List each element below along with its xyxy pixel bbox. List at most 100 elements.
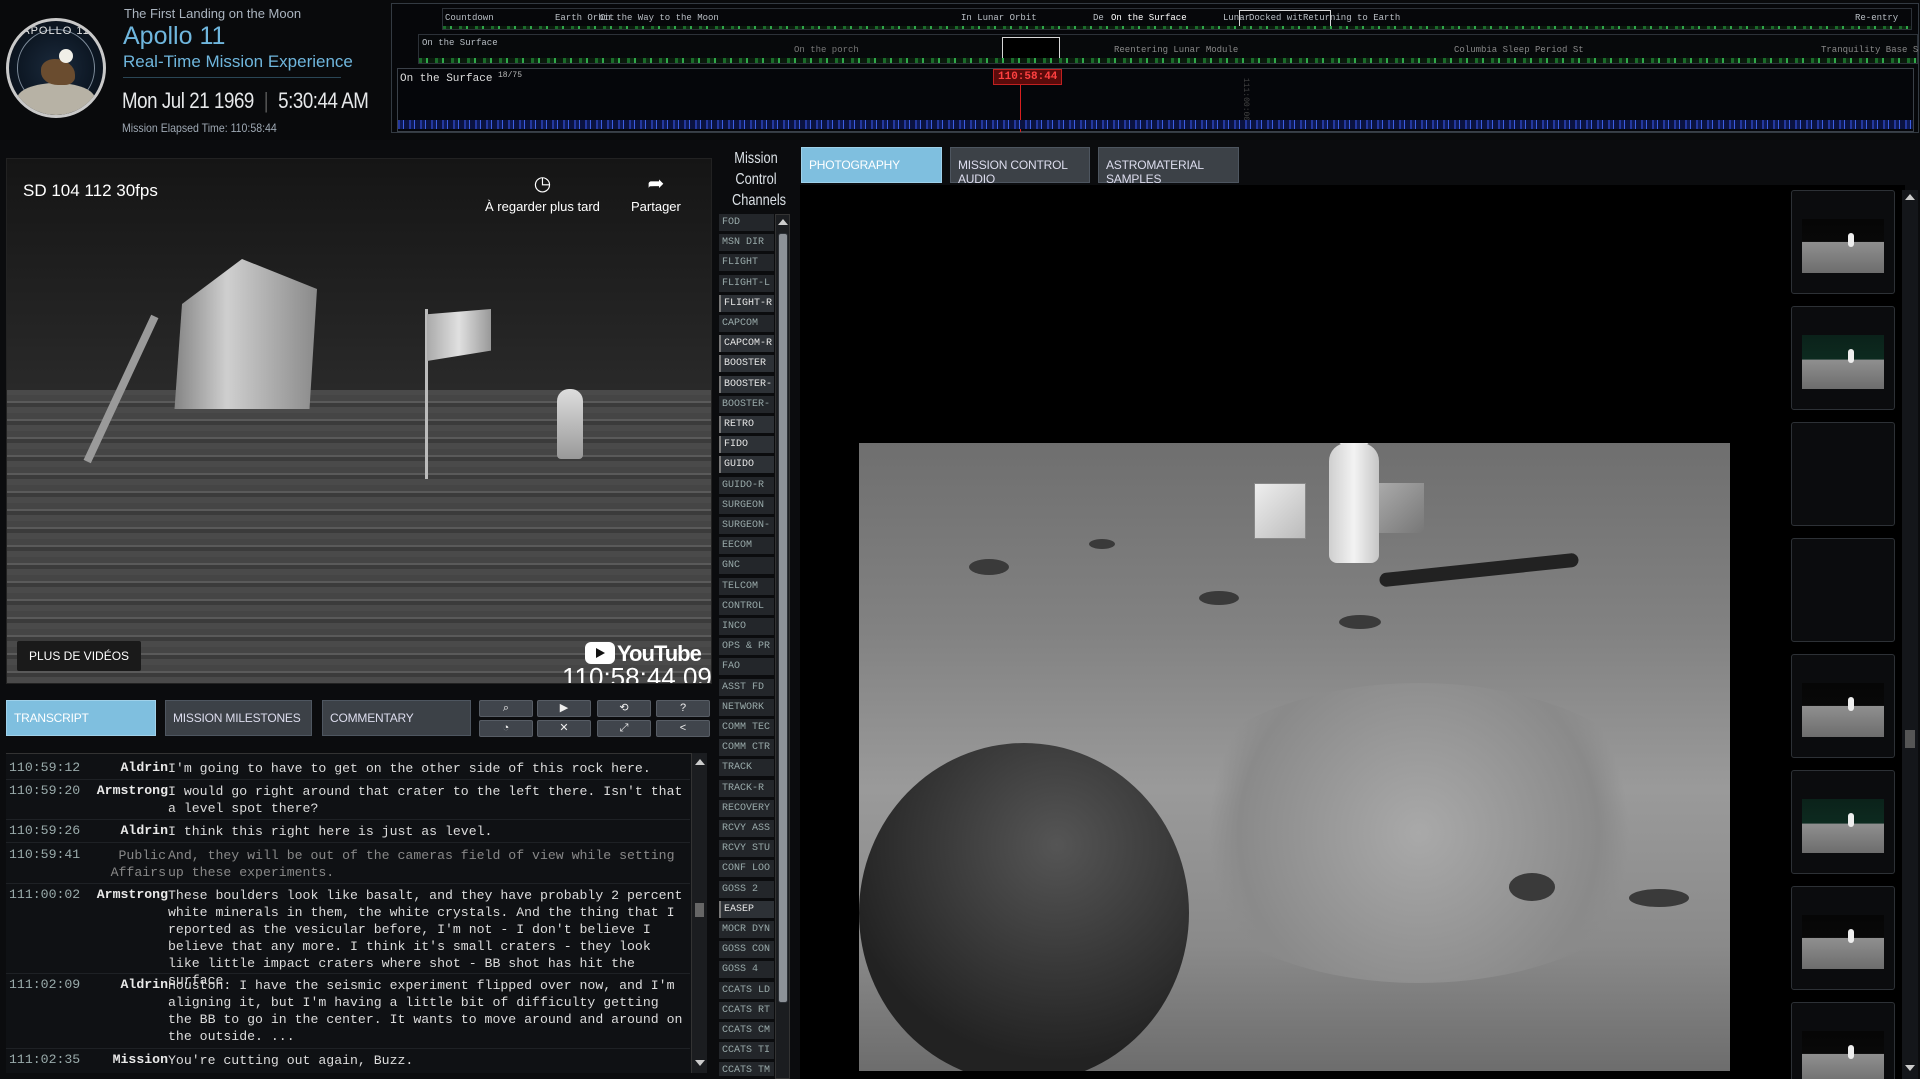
channel-item[interactable]: CCATS TM [719, 1062, 774, 1076]
tab-astromaterial-samples[interactable]: ASTROMATERIAL SAMPLES [1098, 147, 1239, 186]
channel-item[interactable]: SURGEON [719, 496, 774, 514]
channel-item[interactable]: SURGEON- [719, 517, 774, 534]
channel-item[interactable]: FLIGHT-L [719, 274, 774, 292]
channel-item[interactable]: OPS & PR [719, 638, 774, 656]
photo-thumbnail[interactable] [1791, 306, 1895, 410]
phase-label[interactable]: De [1093, 13, 1104, 23]
channel-item[interactable]: RECOVERY [719, 799, 774, 817]
phase-label-current[interactable]: On the Surface [1111, 13, 1187, 23]
channel-item[interactable]: CCATS LD [719, 981, 774, 999]
channel-item[interactable]: FLIGHT [719, 254, 774, 272]
help-button[interactable]: ? [656, 700, 710, 717]
scroll-thumb[interactable] [1905, 730, 1915, 748]
channel-item[interactable]: FIDO [719, 436, 774, 454]
channel-item[interactable]: COMM CTR [719, 739, 774, 757]
transcript-time[interactable]: 111:02:35 [9, 1052, 80, 1067]
timeline-zoom-phase[interactable]: On the Surface On the porch Reentering L… [418, 34, 1918, 64]
channel-item[interactable]: CCATS TI [719, 1042, 774, 1060]
scroll-down-icon[interactable] [1905, 1065, 1915, 1071]
channels-list[interactable]: FOD MSN DIR FLIGHT FLIGHT-L FLIGHT-R CAPCOM CA… [719, 214, 775, 1076]
photo-thumbnail[interactable] [1791, 190, 1895, 294]
timeline-phases[interactable]: Countdown Earth Orbit On the Way to the … [442, 8, 1912, 30]
photo-thumbnail[interactable] [1791, 538, 1895, 642]
channel-item[interactable]: RCVY ASS [719, 820, 774, 837]
photo-thumbnail[interactable] [1791, 886, 1895, 990]
channels-scrollbar[interactable] [775, 214, 790, 1079]
scroll-up-icon[interactable] [778, 219, 788, 225]
scroll-up-icon[interactable] [1905, 194, 1915, 200]
apollo-11-mission-patch-logo[interactable]: APOLLO 11 [6, 18, 106, 118]
current-time-badge[interactable]: 110:58:44 [993, 69, 1063, 85]
share-video-button[interactable]: ➦ Partager [631, 173, 681, 214]
scroll-thumb[interactable] [778, 233, 788, 1003]
phase-label[interactable]: Re-entry [1855, 13, 1898, 23]
scroll-thumb[interactable] [695, 903, 704, 917]
channel-item[interactable]: CAPCOM-R [719, 335, 774, 353]
channel-item[interactable]: BOOSTER [719, 355, 774, 373]
more-videos-button[interactable]: PLUS DE VIDÉOS [17, 641, 142, 671]
channel-item[interactable]: FOD [719, 214, 774, 231]
watch-later-button[interactable]: ◷ À regarder plus tard [485, 173, 600, 214]
channel-item[interactable]: FAO [719, 658, 774, 676]
tab-mission-control-audio[interactable]: MISSION CONTROL AUDIO [950, 147, 1090, 186]
phase-label[interactable]: On the Way to the Moon [600, 13, 719, 23]
channel-item[interactable]: CCATS RT [719, 1001, 774, 1019]
scroll-up-icon[interactable] [695, 759, 705, 765]
timeline-detail[interactable]: On the Surface 18/75 111:00:00 110:58:44 [397, 68, 1914, 132]
speed-button[interactable]: ◔ [479, 720, 533, 737]
phase-label[interactable]: In Lunar Orbit [961, 13, 1037, 23]
channel-item[interactable]: TELCOM [719, 577, 774, 595]
transcript-panel[interactable]: 110:59:12 Aldrin I'm going to have to ge… [6, 753, 706, 1073]
channel-item[interactable]: EASEP [719, 900, 774, 918]
lunar-surface-photo[interactable] [859, 443, 1730, 1071]
channel-item[interactable]: RCVY STU [719, 840, 774, 858]
channel-item[interactable]: RETRO [719, 416, 774, 433]
share-button[interactable]: < [656, 720, 710, 737]
transcript-scrollbar[interactable] [691, 753, 707, 1073]
channel-item[interactable]: BOOSTER- [719, 395, 774, 413]
channel-item[interactable]: FLIGHT-R [719, 294, 774, 312]
transcript-time[interactable]: 110:59:41 [9, 847, 80, 862]
mission-timeline[interactable]: Countdown Earth Orbit On the Way to the … [391, 3, 1919, 133]
scroll-down-icon[interactable] [695, 1060, 705, 1066]
photo-thumbnail[interactable] [1791, 654, 1895, 758]
history-button[interactable]: ⟲ [597, 700, 651, 717]
photo-thumbnail[interactable] [1791, 770, 1895, 874]
video-title[interactable]: SD 104 112 30fps [23, 181, 158, 201]
channel-item[interactable]: MSN DIR [719, 234, 774, 252]
channel-item[interactable]: GNC [719, 557, 774, 575]
phase-label[interactable]: Countdown [445, 13, 494, 23]
tab-transcript[interactable]: TRANSCRIPT [6, 700, 156, 736]
photo-thumbnail[interactable] [1791, 1002, 1895, 1079]
mute-button[interactable]: ✕ [537, 720, 591, 737]
photo-thumbnails[interactable] [1790, 190, 1898, 1079]
channel-item[interactable]: TRACK [719, 759, 774, 777]
transcript-time[interactable]: 111:00:02 [9, 887, 80, 902]
channel-item[interactable]: GOSS CON [719, 941, 774, 959]
channel-item[interactable]: NETWORK [719, 698, 774, 716]
channel-item[interactable]: GOSS 4 [719, 961, 774, 979]
channel-item[interactable]: CCATS CM [719, 1022, 774, 1039]
channel-item[interactable]: TRACK-R [719, 779, 774, 797]
play-button[interactable]: ▶ [537, 700, 591, 717]
channel-item[interactable]: CAPCOM [719, 315, 774, 332]
channel-item[interactable]: MOCR DYN [719, 921, 774, 938]
channel-item[interactable]: CONTROL [719, 597, 774, 615]
transcript-time[interactable]: 110:59:12 [9, 760, 80, 775]
search-button[interactable]: ⌕ [479, 700, 533, 717]
channel-item[interactable]: GUIDO-R [719, 476, 774, 494]
channel-item[interactable]: GUIDO [719, 456, 774, 474]
tab-photography[interactable]: PHOTOGRAPHY [801, 147, 942, 183]
transcript-time[interactable]: 110:59:26 [9, 823, 80, 838]
channel-item[interactable]: GOSS 2 [719, 880, 774, 898]
channel-item[interactable]: BOOSTER- [719, 375, 774, 393]
transcript-time[interactable]: 111:02:09 [9, 977, 80, 992]
fullscreen-button[interactable]: ⤢ [597, 720, 651, 737]
transcript-time[interactable]: 110:59:20 [9, 783, 80, 798]
photo-thumbnail[interactable] [1791, 422, 1895, 526]
channel-item[interactable]: EECOM [719, 537, 774, 555]
tab-mission-milestones[interactable]: MISSION MILESTONES [165, 700, 312, 736]
channel-item[interactable]: ASST FD [719, 678, 774, 696]
channel-item[interactable]: COMM TEC [719, 719, 774, 736]
video-player[interactable]: SD 104 112 30fps ◷ À regarder plus tard … [6, 158, 712, 684]
